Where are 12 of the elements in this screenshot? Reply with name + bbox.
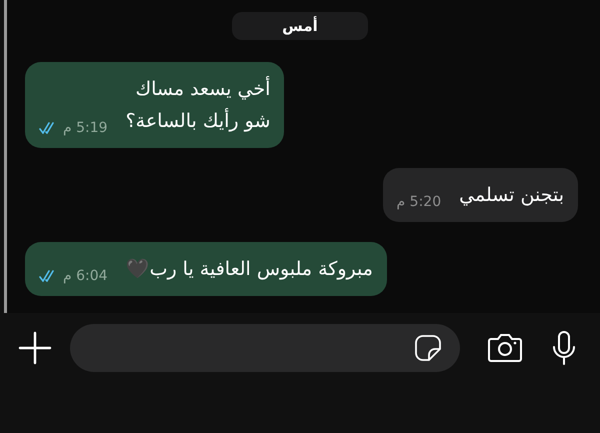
message-time: 5:20 م [396, 193, 442, 211]
message-input-field[interactable] [70, 324, 460, 372]
microphone-icon[interactable] [552, 330, 576, 366]
camera-icon[interactable] [487, 333, 523, 363]
message-time: 5:19 م [63, 119, 108, 137]
date-separator: أمس [232, 12, 368, 40]
message-text: مبروكة ملبوس العافية يا رب🖤 [126, 257, 373, 282]
message-time: 6:04 م [63, 267, 108, 285]
message-text: بتجنن تسلمي [459, 183, 564, 208]
sticker-icon[interactable] [414, 334, 442, 362]
message-text: أخي يسعد مساك شو رأيك بالساعة؟ [126, 75, 270, 134]
plus-icon[interactable] [17, 330, 53, 366]
